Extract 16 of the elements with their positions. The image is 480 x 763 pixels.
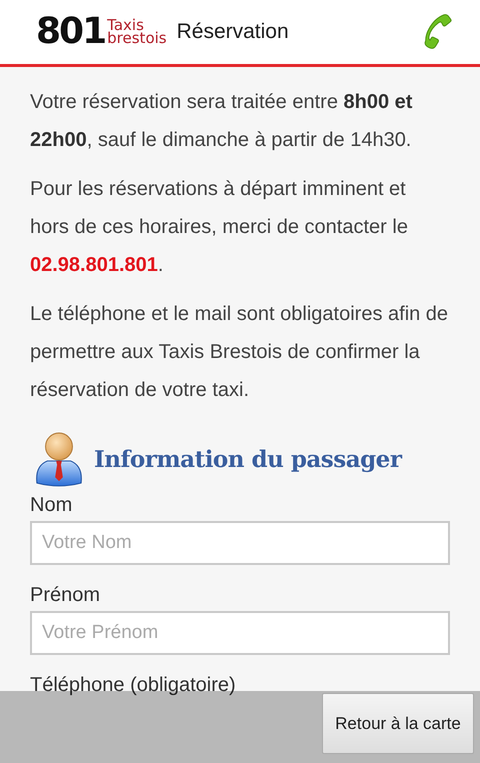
info-paragraph: Le téléphone et le mail sont obligatoires afin de permettre aux Taxis Brestois de confirmer la réservation de votre taxi. [30, 302, 450, 403]
phone-link[interactable]: 02.98.801.801 [30, 254, 158, 276]
section-heading: Information du passager [94, 446, 402, 472]
page-title: Réservation [176, 20, 290, 44]
field-label: Téléphone (obligatoire) [30, 673, 237, 698]
field-label: Prénom [30, 583, 102, 608]
user-icon [34, 431, 84, 487]
input-field[interactable]: Votre Prénom [30, 611, 450, 655]
logo-number: 801 [36, 14, 106, 50]
logo-word: Taxis [107, 19, 144, 32]
input-field[interactable]: Votre Nom [30, 521, 450, 565]
info-paragraph: Votre réservation sera traitée entre 8h00 et 22h00, sauf le dimanche à partir de 14h30. [30, 90, 414, 153]
field-label: Nom [30, 493, 74, 518]
back-to-map-button[interactable]: Retour à la carte [322, 693, 474, 754]
info-paragraph: Pour les réservations à départ imminent et hors de ces horaires, merci de contacter le 02.98.801.801. [30, 177, 409, 278]
logo-word: brestois [107, 32, 167, 45]
